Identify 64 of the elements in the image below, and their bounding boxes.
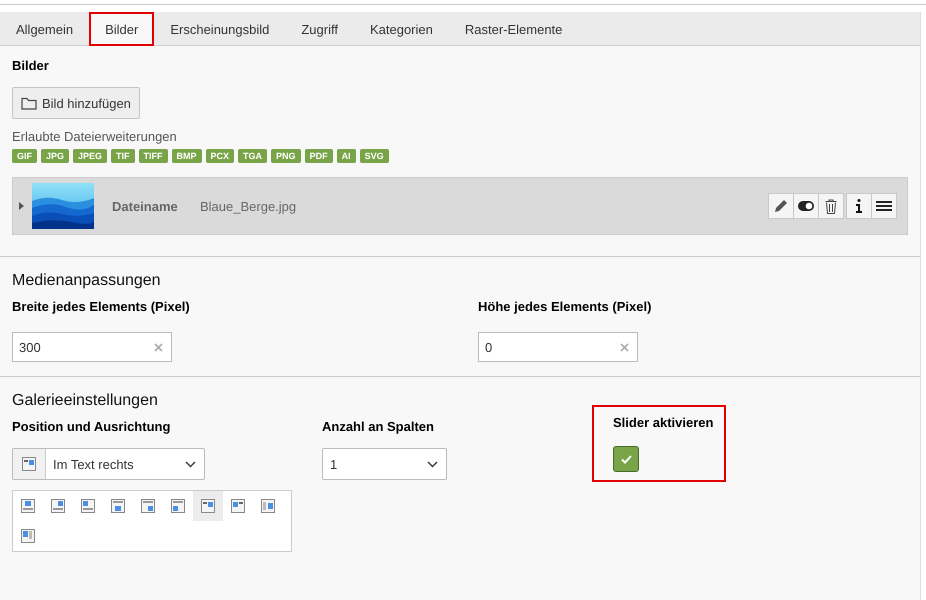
filename-label: Dateiname	[112, 198, 179, 214]
checkmark-icon	[620, 454, 632, 464]
alignment-icon	[171, 499, 185, 513]
alignment-icon	[261, 499, 275, 513]
input-field[interactable]: 300	[12, 332, 172, 362]
extension-tag: PCX	[206, 149, 234, 163]
trash-icon	[825, 198, 837, 214]
alignment-icon	[81, 499, 95, 513]
chevron-down-icon	[185, 460, 196, 468]
extension-tag: PNG	[271, 149, 301, 163]
visibility-toggle-button[interactable]	[793, 193, 819, 219]
position-select[interactable]: Im Text rechts	[12, 448, 205, 480]
alignment-icon	[51, 499, 65, 513]
alignment-icon	[22, 457, 36, 471]
clear-icon[interactable]	[154, 342, 163, 352]
extension-tag: SVG	[360, 149, 389, 163]
alignment-icon	[141, 499, 155, 513]
tab[interactable]: Zugriff	[285, 12, 354, 46]
tab[interactable]: Raster-Elemente	[448, 12, 578, 46]
folder-icon	[21, 96, 37, 110]
info-icon	[856, 199, 862, 213]
allowed-extensions-label: Erlaubte Dateierweiterungen	[12, 129, 178, 144]
slider-checkbox[interactable]	[613, 446, 639, 472]
clear-icon[interactable]	[620, 342, 629, 352]
section-heading: Galerieeinstellungen	[12, 392, 159, 410]
field-label: Höhe jedes Elements (Pixel)	[478, 299, 652, 314]
pencil-icon	[774, 199, 788, 213]
extension-tag: GIF	[12, 149, 37, 163]
section-heading: Medienanpassungen	[12, 272, 162, 290]
info-button[interactable]	[846, 193, 872, 219]
section-title: Bilder	[12, 58, 50, 73]
extension-tag: BMP	[172, 149, 202, 163]
edit-button[interactable]	[768, 193, 794, 219]
tab[interactable]: Allgemein	[0, 12, 90, 46]
field-label: Position und Ausrichtung	[12, 419, 172, 434]
alignment-icon	[201, 499, 215, 513]
add-image-button[interactable]: Bild hinzufügen	[12, 87, 140, 119]
filename-value: Blaue_Berge.jpg	[200, 198, 298, 214]
columns-select[interactable]: 1	[322, 448, 447, 480]
extension-tag: TIF	[111, 149, 135, 163]
input-field[interactable]: 0	[478, 332, 638, 362]
chevron-down-icon	[427, 460, 438, 468]
field-label: Breite jedes Elements (Pixel)	[12, 299, 191, 314]
extension-tag: TIFF	[138, 149, 168, 163]
field-label: Anzahl an Spalten	[322, 419, 435, 434]
alignment-icon	[21, 499, 35, 513]
drag-handle-button[interactable]	[871, 193, 897, 219]
extension-tag: PDF	[304, 149, 333, 163]
toggle-icon	[798, 201, 814, 211]
menu-icon	[876, 201, 892, 211]
alignment-icon	[231, 499, 245, 513]
extension-tag: AI	[336, 149, 356, 163]
tab[interactable]: Kategorien	[354, 12, 449, 46]
expand-caret-icon[interactable]	[19, 202, 24, 210]
extension-tag: TGA	[238, 149, 268, 163]
alignment-icon	[111, 499, 125, 513]
extension-tag: JPEG	[73, 149, 108, 163]
alignment-option[interactable]	[193, 491, 223, 521]
delete-button[interactable]	[818, 193, 844, 219]
alignment-icon	[21, 529, 35, 543]
tab[interactable]: Erscheinungsbild	[154, 12, 286, 46]
extension-tag: JPG	[41, 149, 70, 163]
field-label: Slider aktivieren	[613, 415, 714, 430]
tab[interactable]: Bilder	[89, 12, 154, 46]
